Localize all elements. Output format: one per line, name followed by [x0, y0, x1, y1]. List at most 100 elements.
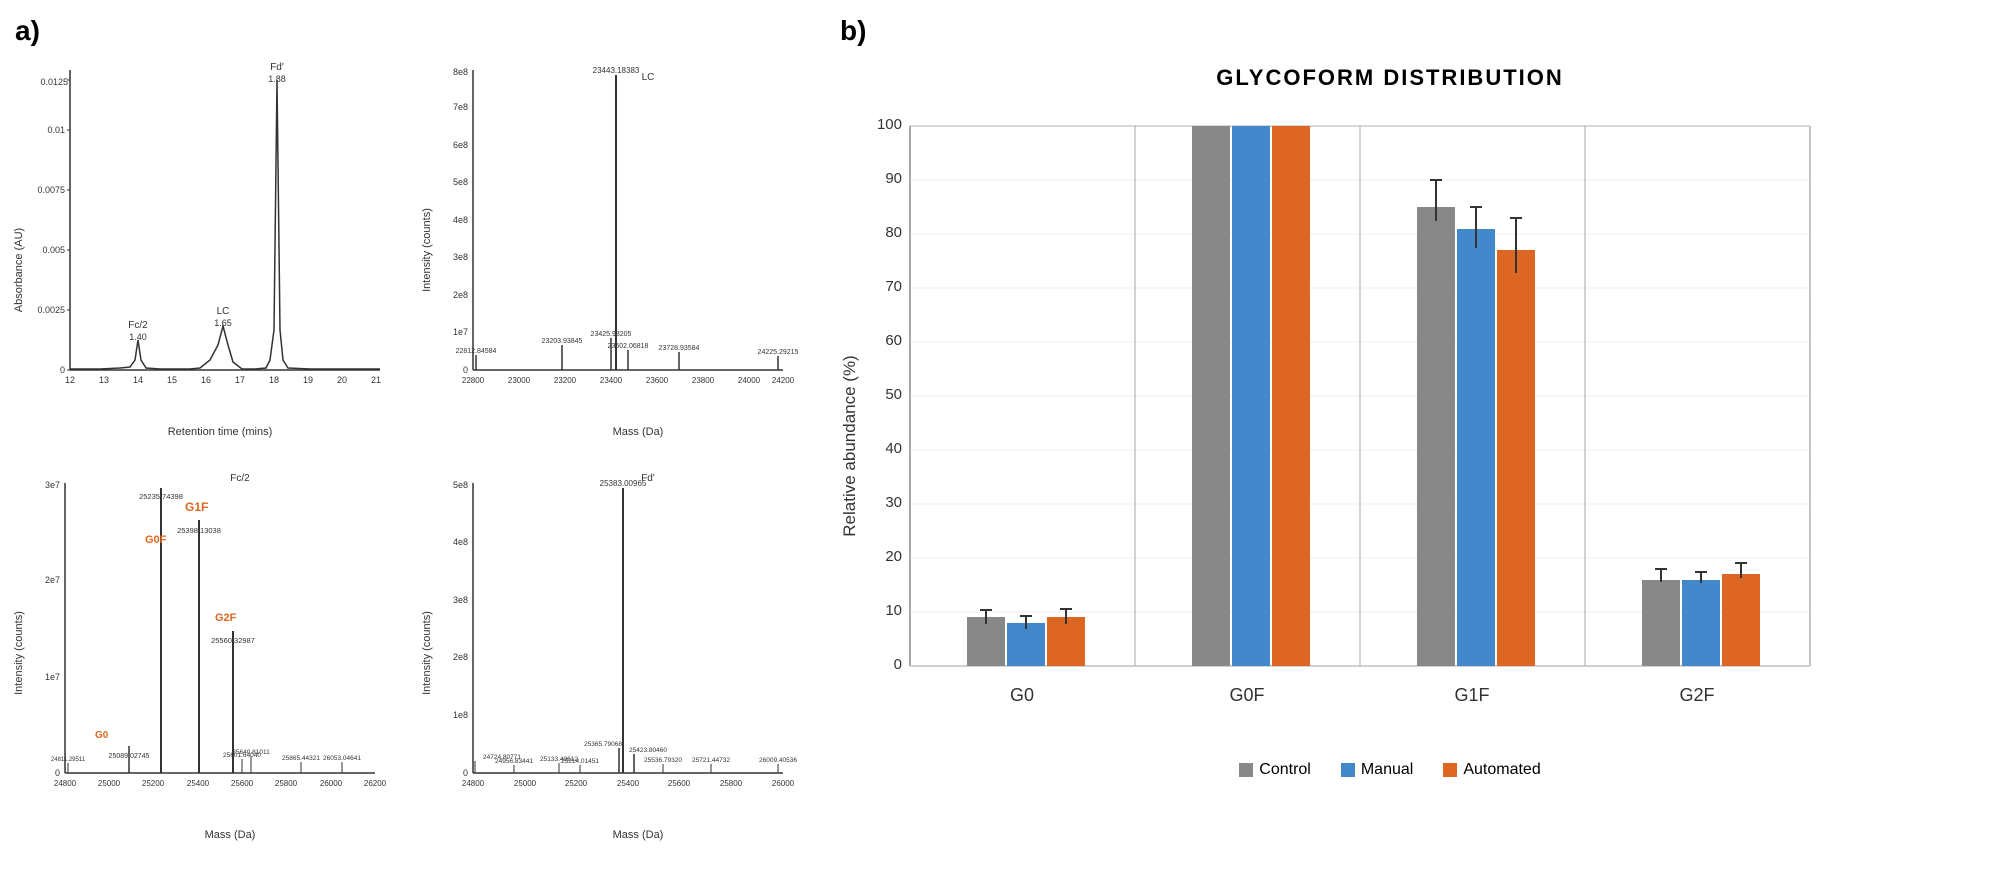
svg-text:2e8: 2e8	[452, 290, 467, 300]
svg-text:5e8: 5e8	[452, 177, 467, 187]
svg-text:18: 18	[269, 375, 279, 385]
svg-text:23425.98205: 23425.98205	[590, 331, 631, 338]
svg-text:24811.29511: 24811.29511	[51, 757, 86, 763]
svg-text:Intensity (counts): Intensity (counts)	[13, 611, 25, 695]
svg-text:Fc/2: Fc/2	[230, 473, 250, 484]
svg-text:17: 17	[235, 375, 245, 385]
svg-text:25365.79068: 25365.79068	[584, 741, 622, 748]
svg-text:25089.02745: 25089.02745	[109, 753, 150, 760]
legend-automated-label: Automated	[1463, 761, 1540, 779]
svg-text:25235.74398: 25235.74398	[139, 492, 183, 501]
svg-text:0: 0	[894, 656, 902, 673]
svg-text:23400: 23400	[599, 376, 622, 385]
svg-text:13: 13	[99, 375, 109, 385]
svg-text:1e7: 1e7	[45, 672, 60, 682]
bar-chart-svg: Relative abundance (%) 0	[840, 106, 1890, 766]
legend-control: Control	[1239, 761, 1311, 779]
bar-g0-control	[967, 617, 1005, 666]
svg-text:23200: 23200	[553, 376, 576, 385]
bar-g1f-control	[1417, 207, 1455, 666]
svg-text:30: 30	[885, 494, 902, 511]
fdd-mass-svg: Intensity (counts) Mass (Da) Fd' 0 1e8 2…	[418, 453, 808, 843]
svg-text:25000: 25000	[98, 779, 121, 788]
svg-text:25640.81011: 25640.81011	[232, 749, 270, 756]
svg-text:25398.13038: 25398.13038	[177, 526, 221, 535]
svg-text:4e8: 4e8	[452, 215, 467, 225]
svg-text:25400: 25400	[616, 779, 639, 788]
svg-text:3e8: 3e8	[452, 595, 467, 605]
svg-text:25000: 25000	[513, 779, 536, 788]
legend-manual: Manual	[1341, 761, 1413, 779]
svg-text:1e8: 1e8	[452, 710, 467, 720]
svg-text:24000: 24000	[737, 376, 760, 385]
svg-text:4e8: 4e8	[452, 537, 467, 547]
svg-text:20: 20	[337, 375, 347, 385]
svg-text:25214.01451: 25214.01451	[561, 758, 599, 765]
bar-g0f-automated	[1272, 126, 1310, 666]
fdd-mass-chart: Intensity (counts) Mass (Da) Fd' 0 1e8 2…	[418, 453, 821, 851]
svg-text:24800: 24800	[461, 779, 484, 788]
bar-g0-automated	[1047, 617, 1085, 666]
svg-text:26000: 26000	[320, 779, 343, 788]
svg-text:8e8: 8e8	[452, 67, 467, 77]
svg-text:0: 0	[462, 768, 467, 778]
svg-text:16: 16	[201, 375, 211, 385]
svg-text:23443.18383: 23443.18383	[592, 66, 639, 75]
svg-text:6e8: 6e8	[452, 140, 467, 150]
fc2-mass-svg: Intensity (counts) Mass (Da) Fc/2 0 1e7 …	[10, 453, 400, 843]
svg-text:80: 80	[885, 224, 902, 241]
svg-text:Mass (Da): Mass (Da)	[612, 426, 663, 438]
svg-text:Intensity (counts): Intensity (counts)	[421, 611, 433, 695]
svg-text:1e7: 1e7	[452, 327, 467, 337]
svg-text:G1F: G1F	[1454, 685, 1489, 705]
chart-title: GLYCOFORM DISTRIBUTION	[840, 65, 1940, 91]
svg-text:25423.80460: 25423.80460	[629, 747, 667, 754]
automated-color-box	[1443, 763, 1457, 777]
bar-g1f-manual	[1457, 229, 1495, 666]
svg-text:24200: 24200	[771, 376, 794, 385]
svg-text:50: 50	[885, 386, 902, 403]
svg-text:25721.44732: 25721.44732	[692, 757, 730, 764]
svg-text:G1F: G1F	[185, 500, 208, 514]
svg-text:100: 100	[877, 116, 902, 133]
panel-a: a) Absorbance (AU) Retention time (mins)	[0, 0, 820, 870]
svg-text:26053.04641: 26053.04641	[323, 755, 361, 762]
chromatogram-svg: Absorbance (AU) Retention time (mins) 0 …	[10, 50, 400, 440]
svg-text:1.65: 1.65	[214, 318, 232, 328]
svg-text:Fc/2: Fc/2	[128, 320, 148, 331]
svg-text:Mass (Da): Mass (Da)	[205, 829, 256, 841]
svg-text:5e8: 5e8	[452, 480, 467, 490]
legend-manual-label: Manual	[1361, 761, 1413, 779]
bar-g2f-automated	[1722, 574, 1760, 666]
svg-text:24800: 24800	[54, 779, 77, 788]
bar-g2f-control	[1642, 580, 1680, 666]
svg-text:Intensity (counts): Intensity (counts)	[421, 208, 433, 292]
svg-text:26000: 26000	[771, 779, 794, 788]
svg-text:25536.79320: 25536.79320	[644, 757, 682, 764]
svg-text:Fd': Fd'	[270, 62, 284, 73]
svg-text:G0F: G0F	[145, 534, 167, 546]
svg-text:60: 60	[885, 332, 902, 349]
svg-text:25600: 25600	[231, 779, 254, 788]
svg-text:LC: LC	[217, 306, 230, 317]
svg-text:Relative abundance (%): Relative abundance (%)	[840, 355, 859, 536]
svg-text:14: 14	[133, 375, 143, 385]
svg-text:21: 21	[371, 375, 381, 385]
svg-text:G2F: G2F	[1679, 685, 1714, 705]
svg-text:1.40: 1.40	[129, 332, 147, 342]
svg-text:70: 70	[885, 278, 902, 295]
svg-text:25865.44321: 25865.44321	[282, 755, 320, 762]
svg-text:23000: 23000	[507, 376, 530, 385]
svg-text:26200: 26200	[364, 779, 387, 788]
bar-g0-manual	[1007, 623, 1045, 666]
svg-text:25560.32987: 25560.32987	[211, 636, 255, 645]
main-container: a) Absorbance (AU) Retention time (mins)	[0, 0, 2000, 870]
svg-text:26009.40536: 26009.40536	[759, 757, 797, 764]
control-color-box	[1239, 763, 1253, 777]
svg-text:0: 0	[60, 365, 65, 375]
svg-text:G0: G0	[1010, 685, 1034, 705]
svg-text:0.0125: 0.0125	[40, 77, 68, 87]
svg-text:23728.93584: 23728.93584	[658, 345, 699, 352]
svg-text:25800: 25800	[719, 779, 742, 788]
svg-text:3e7: 3e7	[45, 480, 60, 490]
